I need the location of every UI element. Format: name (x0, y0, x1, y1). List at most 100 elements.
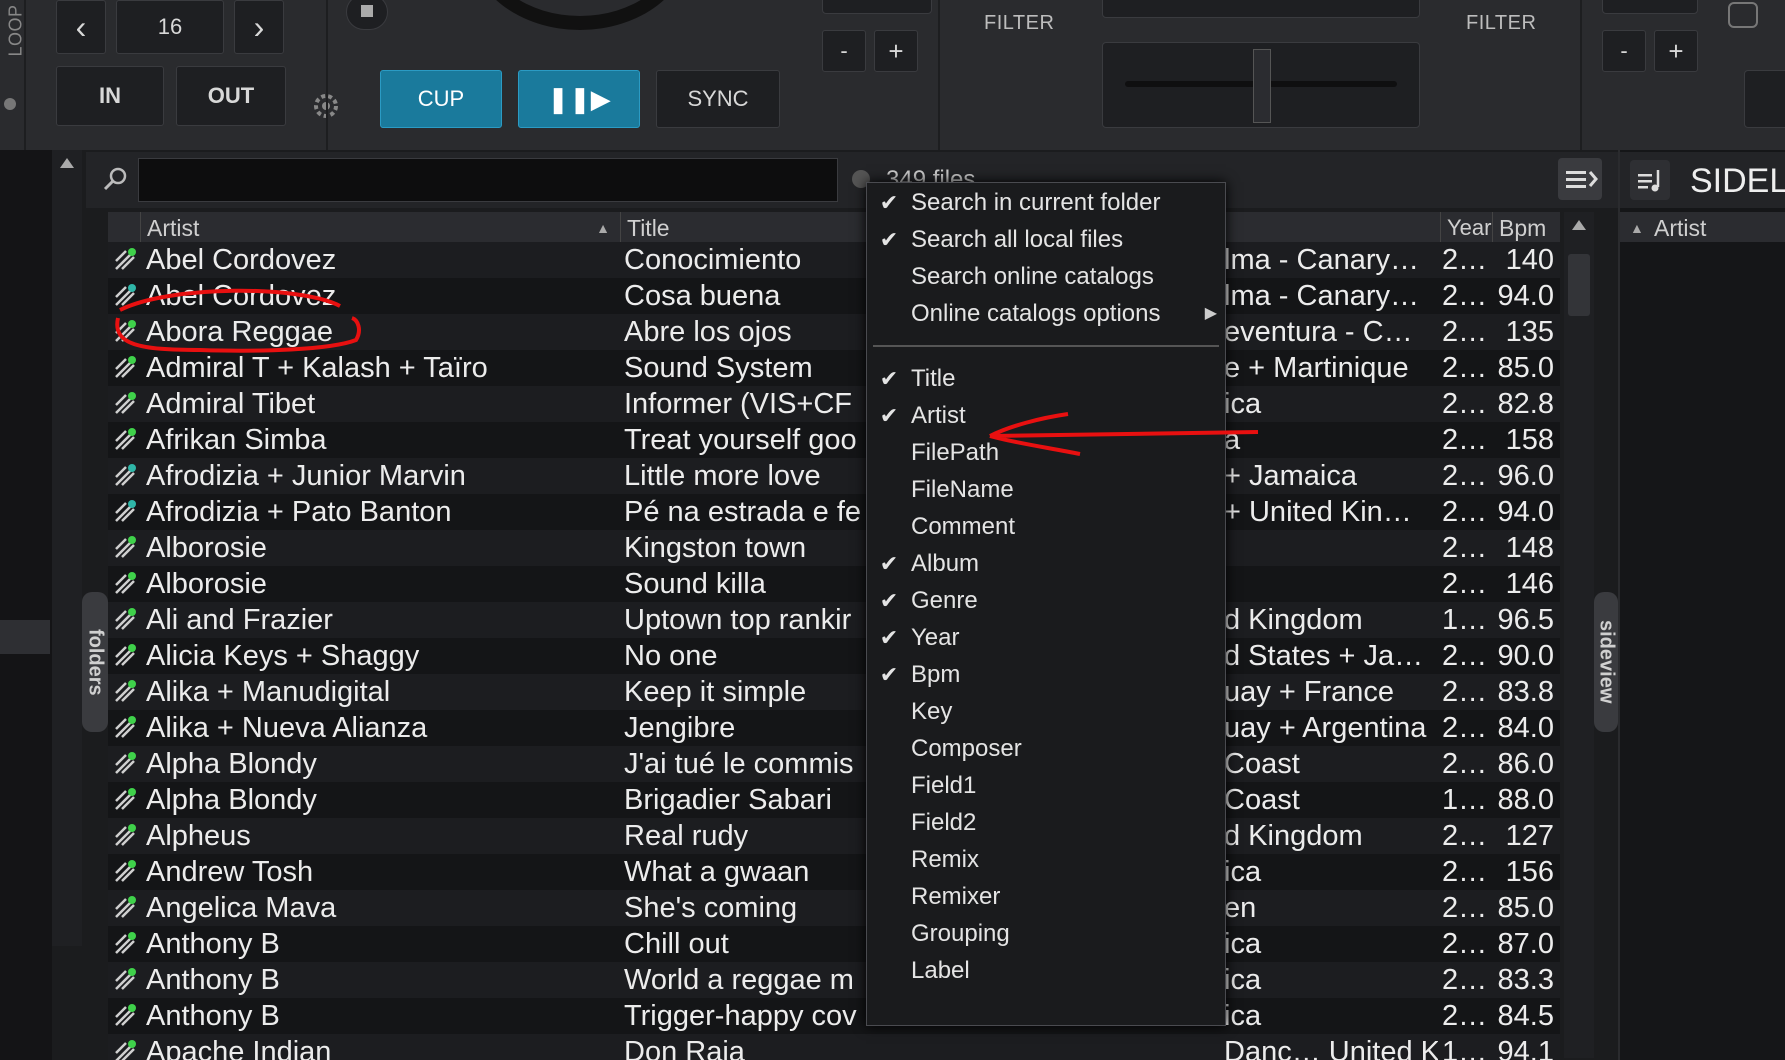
folders-tab[interactable]: folders (82, 592, 108, 732)
menu-item-key[interactable]: Key (867, 694, 1225, 730)
loop-out-button[interactable]: OUT (176, 66, 286, 126)
extra-cell: ica (1224, 856, 1262, 888)
bpm-cell: 140 (1505, 244, 1554, 276)
track-status-icon (112, 715, 138, 741)
crossfader[interactable] (1102, 42, 1420, 128)
menu-item-remix[interactable]: Remix (867, 842, 1225, 878)
list-options-icon[interactable] (1558, 158, 1602, 200)
menu-item-field2[interactable]: Field2 (867, 805, 1225, 841)
sideview-column-header[interactable]: ▲ Artist (1620, 212, 1785, 242)
play-pause-button[interactable]: ❚❚▶ (518, 70, 640, 128)
table-row[interactable]: Alika + Nueva Alianza Jengibre uay + Argen… (108, 710, 1560, 746)
artist-cell: Angelica Mava (146, 892, 337, 924)
folders-scrollbar[interactable] (52, 150, 82, 946)
menu-item-field1[interactable]: Field1 (867, 768, 1225, 804)
table-row[interactable]: Afrodizia + Junior Marvin Little more lov… (108, 458, 1560, 494)
table-row[interactable]: Alika + Manudigital Keep it simple uay + F… (108, 674, 1560, 710)
menu-item-search-in-current-folder[interactable]: ✔ Search in current folder (867, 185, 1225, 221)
year-cell: 2… (1442, 676, 1488, 708)
scroll-thumb[interactable] (1568, 254, 1590, 316)
menu-item-label[interactable]: Label (867, 953, 1225, 989)
table-row[interactable]: Alborosie Kingston town 2… 148 (108, 530, 1560, 566)
table-row[interactable]: Ali and Frazier Uptown top rankir d Kingdo… (108, 602, 1560, 638)
table-row[interactable]: Alicia Keys + Shaggy No one d States + Ja…… (108, 638, 1560, 674)
pitch-plus-left-button[interactable]: + (874, 30, 918, 72)
menu-item-remixer[interactable]: Remixer (867, 879, 1225, 915)
track-status-icon (112, 1039, 138, 1060)
table-row[interactable]: Alpheus Real rudy d Kingdom 2… 127 (108, 818, 1560, 854)
bpm-cell: 94.0 (1497, 280, 1554, 312)
sync-button[interactable]: SYNC (656, 70, 780, 128)
pitch-plus-right-button[interactable]: + (1654, 30, 1698, 72)
menu-item-filepath[interactable]: FilePath (867, 435, 1225, 471)
table-row[interactable]: Andrew Tosh What a gwaan ica 2… 156 (108, 854, 1560, 890)
menu-item-search-online-catalogs[interactable]: Search online catalogs (867, 259, 1225, 295)
extra-cell: lma - Canary… (1224, 280, 1419, 312)
table-row[interactable]: Abora Reggae Abre los ojos eventura - C… 2…… (108, 314, 1560, 350)
table-row[interactable]: Anthony B World a reggae m ica 2… 83.3 (108, 962, 1560, 998)
check-icon: ✔ (879, 366, 899, 391)
bpm-cell: 84.5 (1497, 1000, 1554, 1032)
menu-item-composer[interactable]: Composer (867, 731, 1225, 767)
column-header-year[interactable]: Year (1440, 212, 1492, 242)
scroll-up-icon[interactable] (60, 158, 74, 168)
loop-in-button[interactable]: IN (56, 66, 164, 126)
artist-cell: Alpha Blondy (146, 748, 317, 780)
crossfader-top-display (1102, 0, 1420, 18)
window-icon[interactable] (1728, 2, 1758, 28)
artist-cell: Alicia Keys + Shaggy (146, 640, 420, 672)
search-input[interactable] (138, 158, 838, 202)
table-row[interactable]: Alpha Blondy Brigadier Sabari Coast 1… 88.0 (108, 782, 1560, 818)
menu-item-album[interactable]: ✔ Album (867, 546, 1225, 582)
pitch-minus-right-button[interactable]: - (1602, 30, 1646, 72)
track-list-scrollbar[interactable] (1564, 212, 1594, 1058)
sideview-tab[interactable]: sideview (1594, 592, 1618, 732)
table-row[interactable]: Afrodizia + Pato Banton Pé na estrada e f… (108, 494, 1560, 530)
menu-item-online-catalogs-options[interactable]: Online catalogs options ▶ (867, 296, 1225, 332)
playlist-icon[interactable] (1630, 160, 1670, 200)
menu-item-genre[interactable]: ✔ Genre (867, 583, 1225, 619)
pitch-minus-left-button[interactable]: - (822, 30, 866, 72)
menu-separator (873, 345, 1219, 347)
menu-item-artist[interactable]: ✔ Artist (867, 398, 1225, 434)
column-header-artist[interactable]: Artist ▲ (140, 212, 620, 242)
table-row[interactable]: Abel Cordovez Conocimiento lma - Canary… 2…… (108, 242, 1560, 278)
right-deck-button[interactable] (1744, 70, 1785, 128)
artist-cell: Ali and Frazier (146, 604, 333, 636)
table-row[interactable]: Angelica Mava She's coming en 2… 85.0 (108, 890, 1560, 926)
table-row[interactable]: Alborosie Sound killa 2… 146 (108, 566, 1560, 602)
led-indicator (4, 98, 16, 110)
year-cell: 1… (1442, 604, 1488, 636)
extra-cell: uay + France (1224, 676, 1395, 708)
column-header-bpm[interactable]: Bpm (1492, 212, 1560, 242)
table-row[interactable]: Anthony B Trigger-happy cov ica 2… 84.5 (108, 998, 1560, 1034)
stop-button[interactable] (346, 0, 388, 30)
table-row[interactable]: Alpha Blondy J'ai tué le commis Coast 2… 86.… (108, 746, 1560, 782)
sort-ascending-icon: ▲ (596, 220, 610, 236)
menu-item-search-all-local-files[interactable]: ✔ Search all local files (867, 222, 1225, 258)
artist-cell: Afrikan Simba (146, 424, 327, 456)
table-row[interactable]: Anthony B Chill out ica 2… 87.0 (108, 926, 1560, 962)
deck-controls: LOOP ‹ 16 › IN OUT CUP ❚❚▶ SYNC - + FILT… (0, 0, 1785, 151)
menu-item-year[interactable]: ✔ Year (867, 620, 1225, 656)
extra-cell: Coast (1224, 748, 1300, 780)
extra-cell: d States + Ja… (1224, 640, 1424, 672)
menu-item-filename[interactable]: FileName (867, 472, 1225, 508)
table-row[interactable]: Apache Indian Don Raja Danc… United Kingdo… (108, 1034, 1560, 1060)
menu-item-bpm[interactable]: ✔ Bpm (867, 657, 1225, 693)
cue-button[interactable]: CUP (380, 70, 502, 128)
loop-prev-button[interactable]: ‹ (56, 0, 106, 54)
table-row[interactable]: Afrikan Simba Treat yourself goo a 2… 158 (108, 422, 1560, 458)
scroll-up-icon[interactable] (1572, 220, 1586, 230)
table-row[interactable]: Admiral T + Kalash + Taïro Sound System e … (108, 350, 1560, 386)
jog-wheel[interactable] (470, 0, 690, 30)
extra-cell: eventura - C… (1224, 316, 1413, 348)
table-row[interactable]: Admiral Tibet Informer (VIS+CF ica 2… 82.8 (108, 386, 1560, 422)
track-status-icon (112, 319, 138, 345)
table-row[interactable]: Abel Cordovez Cosa buena lma - Canary… 2… 94… (108, 278, 1560, 314)
menu-item-comment[interactable]: Comment (867, 509, 1225, 545)
loop-next-button[interactable]: › (234, 0, 284, 54)
menu-item-title[interactable]: ✔ Title (867, 361, 1225, 397)
menu-item-grouping[interactable]: Grouping (867, 916, 1225, 952)
artist-cell: Alborosie (146, 532, 267, 564)
